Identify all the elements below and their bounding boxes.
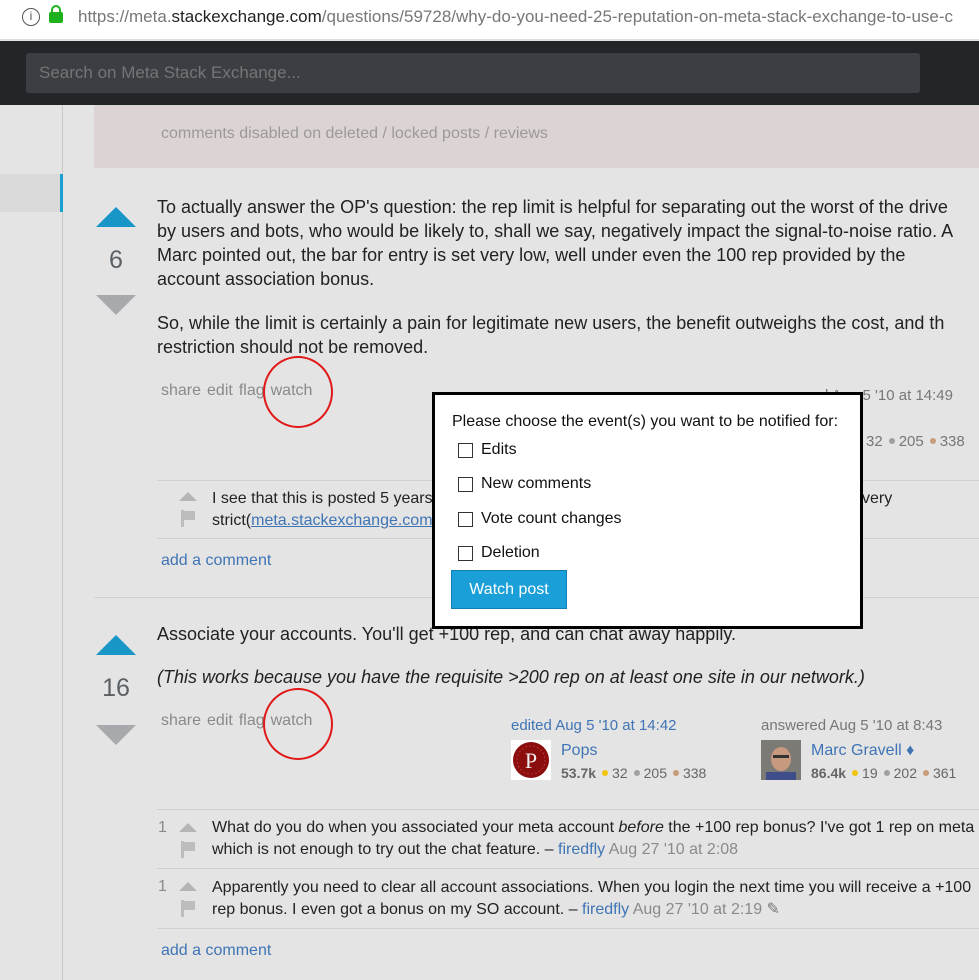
flag-link[interactable]: flag — [239, 712, 265, 729]
user-name-link[interactable]: Pops — [561, 742, 597, 760]
watch-dialog: Please choose the event(s) you want to b… — [432, 392, 863, 629]
checkbox[interactable] — [458, 476, 473, 492]
browser-address-bar[interactable]: i https://meta.stackexchange.com/questio… — [0, 0, 979, 40]
watch-post-button[interactable]: Watch post — [451, 570, 567, 609]
site-header — [0, 41, 979, 105]
vote-count: 6 — [109, 246, 123, 274]
annotation-circle — [263, 688, 333, 760]
edit-link[interactable]: edit — [207, 382, 233, 399]
comment: Apparently you need to clear all account… — [212, 879, 972, 918]
option-deletion[interactable]: Deletion — [458, 544, 540, 562]
avatar[interactable] — [761, 740, 801, 780]
annotation-circle — [263, 356, 333, 428]
add-comment-link[interactable]: add a comment — [161, 552, 271, 570]
info-icon[interactable]: i — [22, 8, 40, 26]
user-name-link[interactable]: Marc Gravell ♦ — [811, 742, 914, 760]
comment-score: 1 — [158, 878, 167, 895]
comment: What do you do when you associated your … — [212, 819, 975, 858]
upvote-button[interactable] — [96, 635, 136, 655]
url-text[interactable]: https://meta.stackexchange.com/questions… — [78, 7, 953, 27]
lock-icon — [49, 5, 63, 23]
comment-tail: very — [862, 490, 893, 507]
flag-icon[interactable] — [181, 510, 195, 527]
moderator-diamond-icon: ♦ — [906, 742, 915, 759]
downvote-button[interactable] — [96, 725, 136, 745]
answer-body: Associate your accounts. You'll get +100… — [157, 624, 865, 687]
left-sidebar — [0, 105, 63, 980]
comment: I see that this is posted 5 years strict… — [212, 490, 433, 529]
comment-score: 1 — [158, 819, 167, 836]
search-input[interactable] — [26, 53, 920, 93]
checkbox[interactable] — [458, 442, 473, 458]
flag-icon[interactable] — [181, 841, 195, 858]
user-reputation: 53.7k 32 205 338 — [561, 765, 707, 781]
user-badges: 32 205 338 — [866, 433, 965, 450]
edited-time-link[interactable]: edited Aug 5 '10 at 14:42 — [511, 717, 677, 734]
sidebar-item-selected[interactable] — [0, 174, 63, 212]
svg-text:P: P — [525, 748, 537, 773]
comment-upvote-button[interactable] — [179, 492, 197, 501]
pencil-icon[interactable]: ✎ — [767, 901, 780, 918]
vote-count: 16 — [102, 674, 130, 702]
option-edits[interactable]: Edits — [458, 441, 517, 459]
dialog-prompt: Please choose the event(s) you want to b… — [452, 413, 839, 430]
deleted-notice: comments disabled on deleted / locked po… — [94, 105, 979, 168]
comment-link[interactable]: meta.stackexchange.com — [251, 512, 432, 529]
comment-user-link[interactable]: firedfly — [558, 841, 605, 858]
notice-text: comments disabled on deleted / locked po… — [161, 125, 548, 142]
answer-body: To actually answer the OP's question: th… — [157, 197, 954, 357]
marc-gravell-avatar-icon — [761, 740, 801, 780]
downvote-button[interactable] — [96, 295, 136, 315]
share-link[interactable]: share — [161, 712, 201, 729]
comment-user-link[interactable]: firedfly — [582, 901, 629, 918]
checkbox[interactable] — [458, 511, 473, 527]
flag-icon[interactable] — [181, 900, 195, 917]
comment-upvote-button[interactable] — [179, 823, 197, 832]
avatar[interactable]: P — [511, 740, 551, 780]
edit-link[interactable]: edit — [207, 712, 233, 729]
user-reputation: 86.4k 19 202 361 — [811, 765, 957, 781]
upvote-button[interactable] — [96, 207, 136, 227]
option-new-comments[interactable]: New comments — [458, 475, 591, 493]
share-link[interactable]: share — [161, 382, 201, 399]
add-comment-link[interactable]: add a comment — [161, 942, 271, 960]
pops-avatar-icon: P — [513, 742, 549, 778]
option-vote-count-changes[interactable]: Vote count changes — [458, 510, 622, 528]
checkbox[interactable] — [458, 545, 473, 561]
comment-upvote-button[interactable] — [179, 882, 197, 891]
answered-time: answered Aug 5 '10 at 8:43 — [761, 717, 943, 734]
flag-link[interactable]: flag — [239, 382, 265, 399]
